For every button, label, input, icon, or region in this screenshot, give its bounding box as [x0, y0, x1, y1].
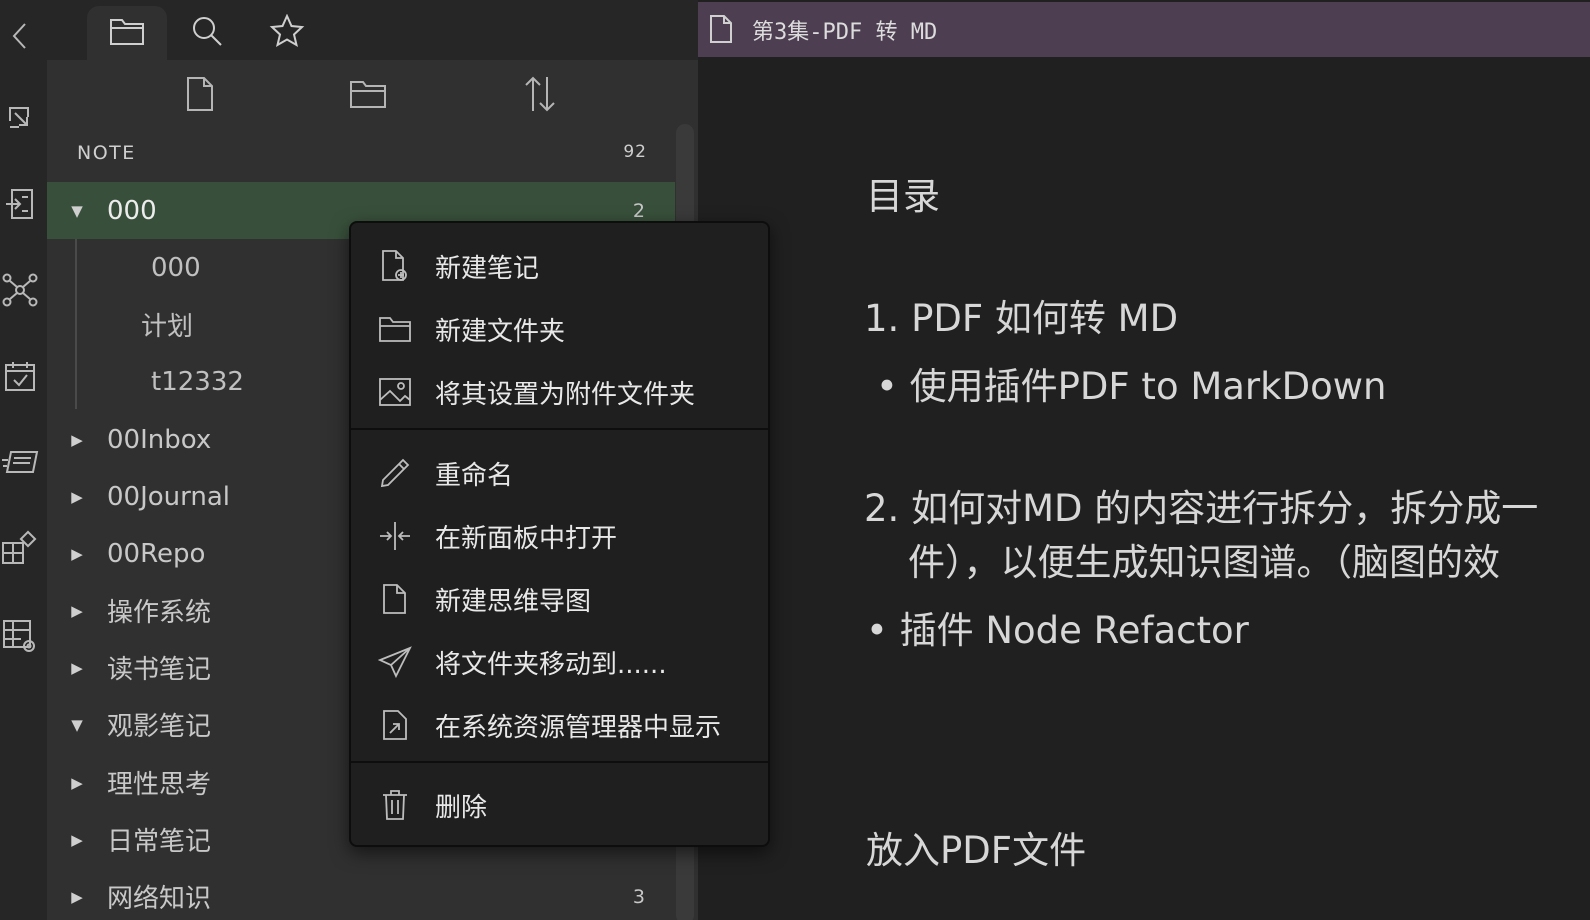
new-note-icon: [377, 248, 413, 284]
menu-item-label: 新建文件夹: [435, 316, 566, 347]
collapsed-arrow-icon[interactable]: ▶: [69, 602, 85, 620]
folder-context-menu: 新建笔记 新建文件夹 将其设置为附件文件夹 重命名 在新面板中打开 新建思维导图…: [349, 221, 770, 847]
collapsed-arrow-icon[interactable]: ▶: [69, 774, 85, 792]
menu-item-delete[interactable]: 删除: [361, 776, 758, 834]
menu-item-label: 重命名: [435, 460, 514, 491]
folder-label: 日常笔记: [107, 827, 212, 857]
file-label: 000: [151, 252, 201, 283]
folder-label: 00Journal: [107, 481, 231, 512]
new-note-icon: [185, 76, 215, 116]
editor-pane: 第3集-PDF 转 MD 目录 1. PDF 如何转 MD • 使用插件PDF …: [698, 0, 1590, 920]
new-folder-icon: [349, 78, 389, 114]
daily-notes-icon[interactable]: [0, 354, 40, 398]
tab-bookmarks[interactable]: [247, 6, 327, 60]
folder-icon: [109, 16, 145, 50]
content-heading: 目录: [866, 175, 940, 218]
menu-item-new-note[interactable]: 新建笔记: [361, 237, 758, 295]
vault-name: NOTE: [77, 142, 136, 164]
graph-view-icon[interactable]: [0, 268, 40, 312]
menu-item-label: 删除: [435, 792, 488, 823]
menu-item-new-mindmap[interactable]: 新建思维导图: [361, 570, 758, 628]
command-palette-icon[interactable]: [0, 182, 40, 226]
file-label: 计划: [141, 312, 194, 342]
open-quick-switcher-icon[interactable]: [0, 96, 40, 140]
new-folder-button[interactable]: [347, 74, 391, 118]
list-item: • 使用插件PDF to MarkDown: [876, 365, 1387, 408]
left-ribbon: [0, 0, 47, 920]
send-icon: [377, 644, 413, 680]
new-note-button[interactable]: [178, 74, 222, 118]
back-arrow-icon[interactable]: [0, 14, 40, 58]
menu-item-move-folder[interactable]: 将文件夹移动到......: [361, 633, 758, 691]
collapsed-arrow-icon[interactable]: ▶: [69, 888, 85, 906]
folder-label: 读书笔记: [107, 655, 212, 685]
folder-icon: [377, 311, 413, 347]
folder-label: 000: [107, 195, 157, 226]
plugins-icon[interactable]: [0, 526, 40, 570]
slides-icon[interactable]: [0, 440, 40, 484]
split-pane-icon: [377, 518, 413, 554]
folder-label: 操作系统: [107, 598, 212, 628]
expanded-arrow-icon[interactable]: ▼: [69, 202, 85, 220]
collapsed-arrow-icon[interactable]: ▶: [69, 831, 85, 849]
editor-tab-header[interactable]: 第3集-PDF 转 MD: [698, 2, 1590, 57]
menu-item-label: 将其设置为附件文件夹: [435, 379, 696, 410]
note-title: 第3集-PDF 转 MD: [752, 19, 938, 45]
vault-header[interactable]: NOTE 92: [77, 142, 647, 172]
expanded-arrow-icon[interactable]: ▼: [69, 716, 85, 734]
star-icon: [269, 13, 305, 52]
folder-label: 00Repo: [107, 538, 206, 569]
sort-icon: [523, 75, 557, 117]
tab-search[interactable]: [167, 6, 247, 60]
sort-button[interactable]: [518, 74, 562, 118]
folder-row[interactable]: ▶ 网络知识 3: [47, 868, 675, 920]
search-icon: [191, 15, 223, 51]
menu-item-label: 新建笔记: [435, 253, 540, 284]
tab-file-explorer[interactable]: [87, 6, 167, 60]
menu-item-label: 在新面板中打开: [435, 523, 618, 554]
table-settings-icon[interactable]: [0, 614, 40, 658]
vault-note-count: 92: [623, 142, 647, 162]
folder-count: 2: [632, 199, 645, 222]
folder-label: 理性思考: [107, 770, 212, 800]
menu-item-reveal-in-explorer[interactable]: 在系统资源管理器中显示: [361, 696, 758, 754]
content-heading: 放入PDF文件: [866, 829, 1087, 872]
list-item: 2. 如何对MD 的内容进行拆分，拆分成一: [864, 487, 1539, 530]
sidebar-tab-strip: [47, 0, 698, 60]
menu-separator: [351, 428, 768, 430]
menu-item-new-folder[interactable]: 新建文件夹: [361, 300, 758, 358]
trash-icon: [377, 787, 413, 823]
reveal-in-explorer-icon: [377, 707, 413, 743]
menu-separator: [351, 761, 768, 763]
menu-item-label: 新建思维导图: [435, 586, 592, 617]
menu-item-open-in-new-pane[interactable]: 在新面板中打开: [361, 507, 758, 565]
folder-count: 3: [632, 885, 645, 908]
folder-label: 00Inbox: [107, 424, 212, 455]
file-label: t12332: [151, 366, 244, 397]
collapsed-arrow-icon[interactable]: ▶: [69, 488, 85, 506]
folder-label: 网络知识: [107, 884, 212, 914]
explorer-actions: [47, 60, 667, 140]
list-item: 1. PDF 如何转 MD: [864, 297, 1179, 340]
collapsed-arrow-icon[interactable]: ▶: [69, 431, 85, 449]
image-icon: [377, 374, 413, 410]
document-icon: [708, 14, 734, 48]
list-item: • 插件 Node Refactor: [866, 609, 1249, 652]
menu-item-label: 在系统资源管理器中显示: [435, 712, 722, 743]
collapsed-arrow-icon[interactable]: ▶: [69, 545, 85, 563]
app-window: NOTE 92 ▼ 000 2 000 计划 t12332 ▶ 00Inbox …: [0, 0, 1590, 920]
list-item-continuation: 件），以便生成知识图谱。（脑图的效: [908, 541, 1500, 584]
document-icon: [377, 581, 413, 617]
menu-item-set-attachment-folder[interactable]: 将其设置为附件文件夹: [361, 363, 758, 421]
collapsed-arrow-icon[interactable]: ▶: [69, 659, 85, 677]
folder-label: 观影笔记: [107, 712, 212, 742]
menu-item-rename[interactable]: 重命名: [361, 444, 758, 502]
menu-item-label: 将文件夹移动到......: [435, 649, 667, 680]
pencil-icon: [377, 455, 413, 491]
